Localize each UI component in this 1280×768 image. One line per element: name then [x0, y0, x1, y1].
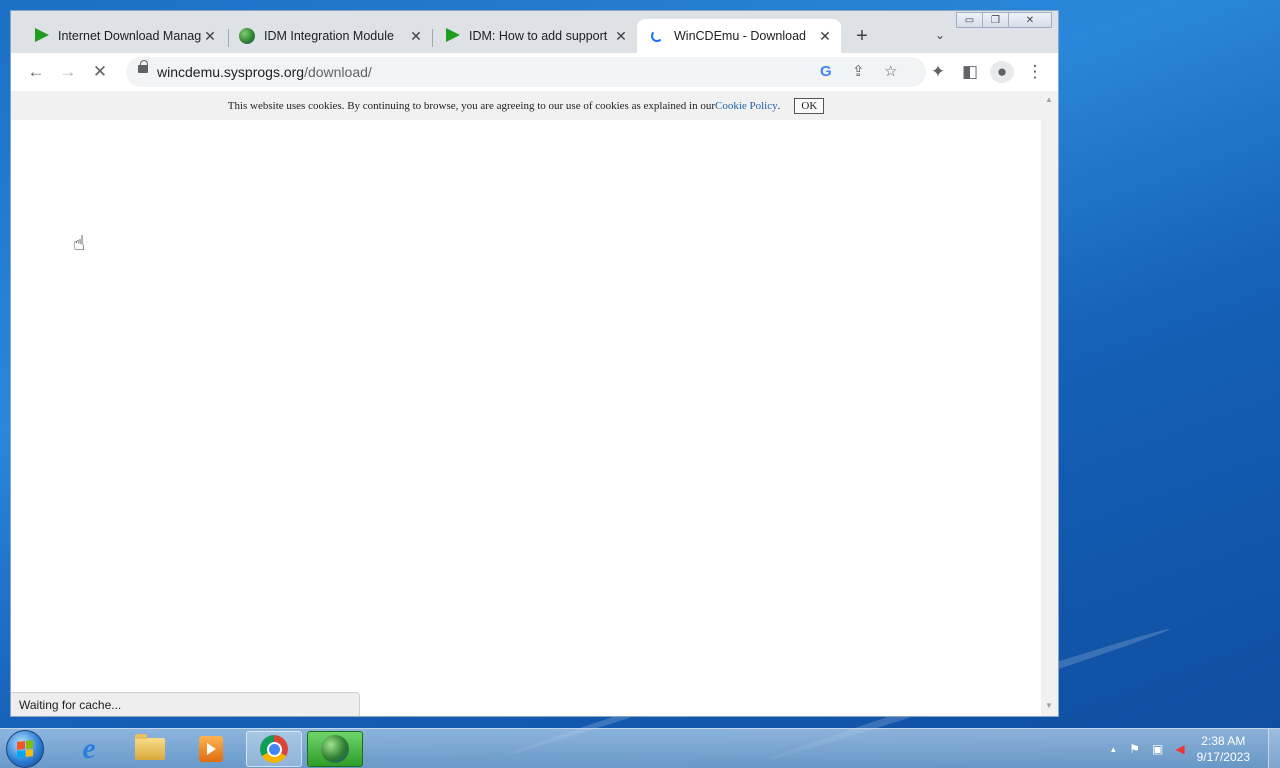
new-tab-button[interactable]: +: [851, 25, 873, 48]
loading-spinner-icon: [649, 28, 665, 44]
tab-close-icon[interactable]: ✕: [817, 28, 833, 45]
clock-time: 2:38 AM: [1201, 734, 1246, 748]
system-tray: ▲ ⚑ ▣ ◀ 2:38 AM 9/17/2023: [1103, 729, 1280, 768]
url-host: wincdemu.sysprogs.org: [157, 64, 305, 80]
tab-idm-integration[interactable]: IDM Integration Module ✕: [227, 19, 432, 53]
idm-globe-icon: [321, 735, 349, 763]
address-bar[interactable]: wincdemu.sysprogs.org/download/ G ⇪ ☆: [126, 57, 926, 87]
taskbar-internet-explorer[interactable]: e: [61, 731, 117, 767]
google-lens-icon[interactable]: G: [820, 63, 832, 80]
globe-icon: [239, 28, 255, 44]
profile-avatar-icon[interactable]: ●: [990, 61, 1014, 83]
url-text[interactable]: wincdemu.sysprogs.org/download/: [157, 64, 372, 80]
scroll-up-arrow-icon[interactable]: ▲: [1045, 95, 1053, 104]
tab-idm-home[interactable]: Internet Download Manag ✕: [21, 19, 226, 53]
idm-play-icon: [33, 28, 49, 44]
restore-button[interactable]: ❐: [982, 12, 1009, 28]
tab-search-button[interactable]: ⌄: [929, 28, 951, 42]
internet-explorer-icon: e: [82, 732, 96, 765]
hand-cursor-icon: ☝: [73, 233, 86, 255]
windows-logo-icon: [17, 740, 33, 758]
taskbar-chrome[interactable]: [246, 731, 302, 767]
taskbar: e ▲ ⚑ ▣ ◀ 2:38 AM 9/17/2023: [0, 728, 1280, 768]
folder-icon: [135, 734, 165, 760]
chrome-icon: [260, 735, 288, 763]
window-controls: ▭ ❐ ✕: [956, 12, 1052, 28]
status-bubble: Waiting for cache...: [11, 692, 360, 716]
close-window-button[interactable]: ✕: [1008, 12, 1052, 28]
cookie-period: .: [777, 99, 781, 112]
volume-muted-icon[interactable]: ◀: [1175, 742, 1184, 756]
browser-window: Internet Download Manag ✕ IDM Integratio…: [10, 10, 1059, 717]
tab-title: Internet Download Manag: [58, 29, 202, 43]
tab-wincdemu-download[interactable]: WinCDEmu - Download ✕: [637, 19, 841, 53]
tab-title: IDM: How to add support: [469, 29, 608, 43]
browser-toolbar: ← → ✕ wincdemu.sysprogs.org/download/ G …: [11, 53, 1058, 91]
taskbar-file-explorer[interactable]: [122, 731, 178, 767]
tab-title: IDM Integration Module: [264, 29, 394, 43]
bookmark-star-icon[interactable]: ☆: [884, 62, 897, 80]
media-player-icon: [199, 736, 223, 762]
show-desktop-button[interactable]: [1268, 729, 1280, 768]
tab-close-icon[interactable]: ✕: [202, 28, 218, 45]
clock[interactable]: 2:38 AM 9/17/2023: [1197, 733, 1250, 765]
action-center-flag-icon[interactable]: ⚑: [1129, 742, 1140, 756]
minimize-button[interactable]: ▭: [956, 12, 983, 28]
forward-button[interactable]: →: [56, 61, 80, 83]
idm-play-icon: [444, 28, 460, 44]
back-button[interactable]: ←: [24, 61, 48, 83]
extensions-icon[interactable]: ✦: [926, 61, 950, 83]
tab-close-icon[interactable]: ✕: [613, 28, 629, 45]
cookie-text: This website uses cookies. By continuing…: [227, 99, 715, 112]
page-content: This website uses cookies. By continuing…: [11, 91, 1041, 716]
stop-loading-button[interactable]: ✕: [88, 61, 112, 83]
url-path: /download/: [304, 64, 372, 80]
vertical-scrollbar[interactable]: ▲ ▼: [1041, 91, 1058, 716]
cookie-ok-button[interactable]: OK: [794, 97, 825, 114]
tab-strip: Internet Download Manag ✕ IDM Integratio…: [11, 11, 1058, 53]
tab-idm-how-to[interactable]: IDM: How to add support ✕: [432, 19, 637, 53]
cookie-policy-link[interactable]: Cookie Policy: [715, 100, 778, 112]
taskbar-idm[interactable]: [307, 731, 363, 767]
tab-close-icon[interactable]: ✕: [408, 28, 424, 45]
clock-date: 9/17/2023: [1196, 750, 1250, 764]
tab-title: WinCDEmu - Download: [674, 29, 806, 43]
taskbar-media-player[interactable]: [183, 731, 239, 767]
share-icon[interactable]: ⇪: [852, 62, 865, 80]
side-panel-icon[interactable]: ◧: [958, 61, 982, 83]
show-hidden-icons-icon[interactable]: ▲: [1109, 745, 1117, 754]
cookie-banner: This website uses cookies. By continuing…: [11, 91, 1041, 120]
start-button[interactable]: [6, 730, 44, 768]
browser-menu-icon[interactable]: ⋮: [1023, 61, 1047, 83]
network-icon[interactable]: ▣: [1152, 742, 1163, 756]
lock-icon[interactable]: [138, 60, 148, 73]
scroll-down-arrow-icon[interactable]: ▼: [1045, 701, 1053, 710]
